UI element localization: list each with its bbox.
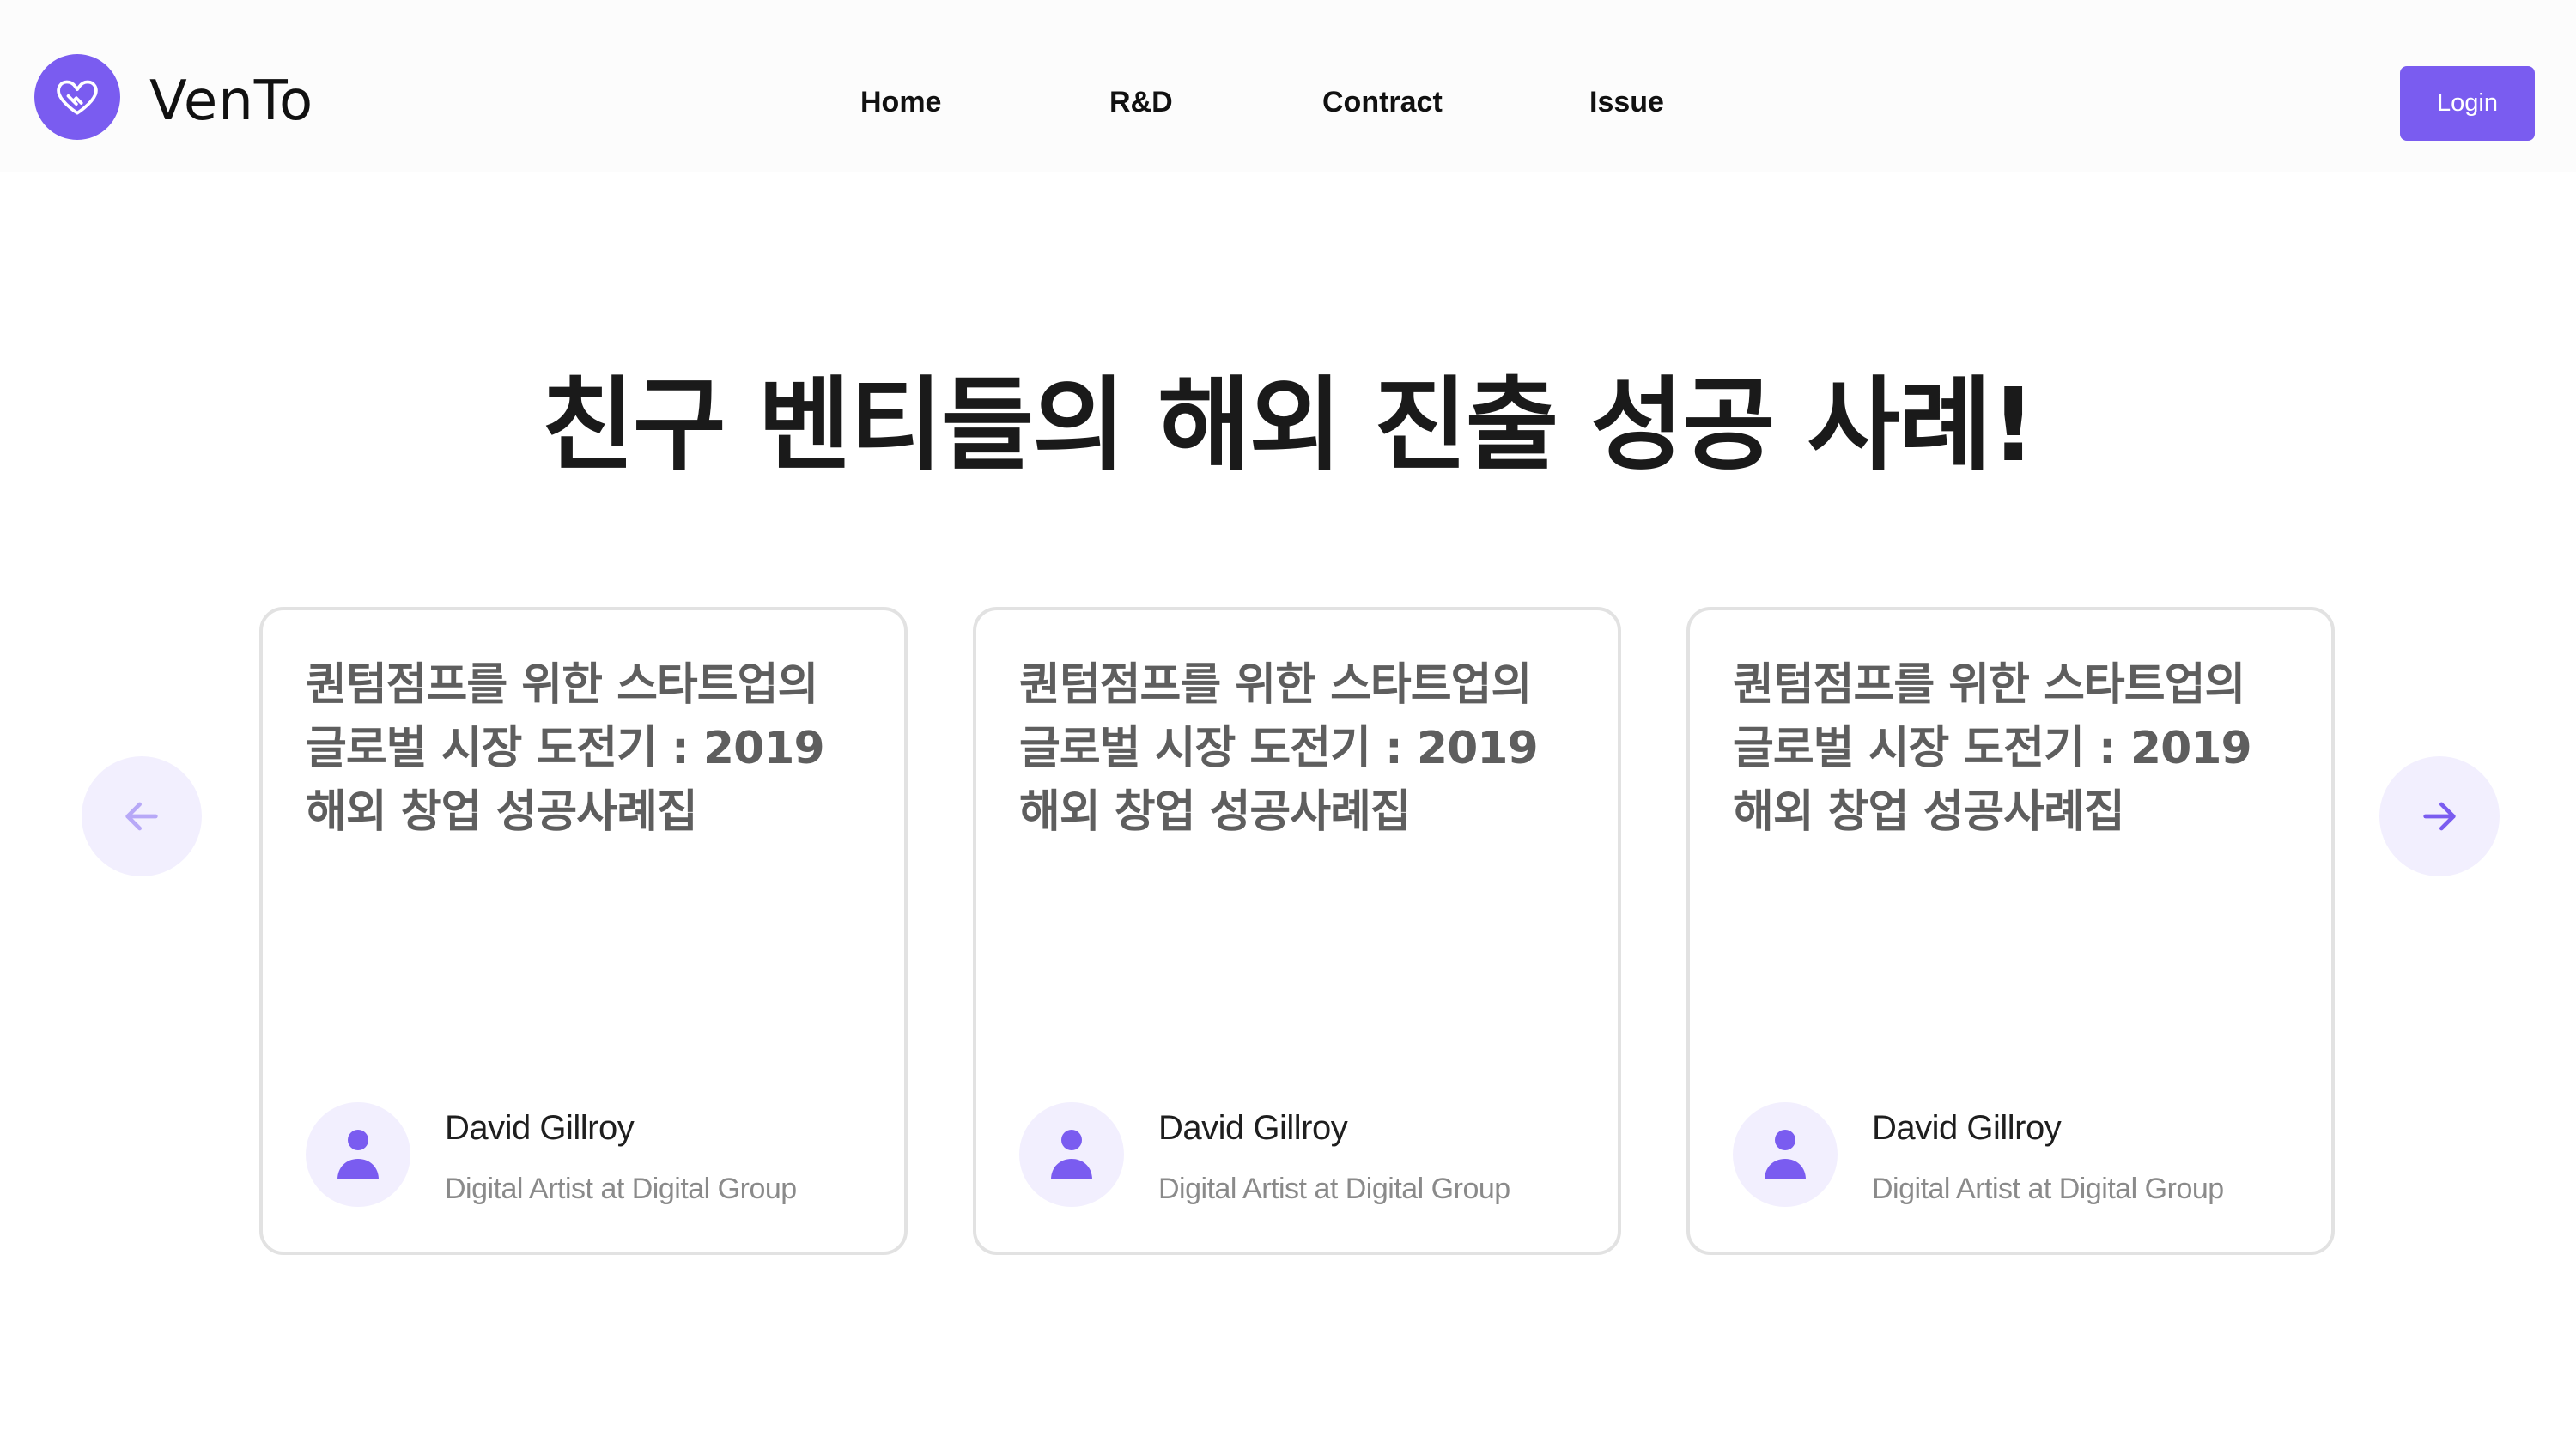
- author-role: Digital Artist at Digital Group: [445, 1173, 797, 1205]
- success-story-card[interactable]: 퀀텀점프를 위한 스타트업의 글로벌 시장 도전기 : 2019 해외 창업 성…: [259, 607, 908, 1255]
- card-title: 퀀텀점프를 위한 스타트업의 글로벌 시장 도전기 : 2019 해외 창업 성…: [1733, 659, 2252, 838]
- arrow-right-icon: [2423, 802, 2456, 831]
- page-title: 친구 벤티들의 해외 진출 성공 사례!: [541, 366, 2036, 484]
- arrow-left-icon: [125, 802, 158, 831]
- author-name: David Gillroy: [1872, 1109, 2062, 1147]
- author-avatar: [306, 1102, 410, 1207]
- heart-handshake-icon: [57, 80, 98, 115]
- carousel-next-button[interactable]: [2379, 756, 2500, 876]
- nav-issue[interactable]: Issue: [1589, 82, 1664, 122]
- nav-contract[interactable]: Contract: [1322, 82, 1443, 122]
- user-icon: [1765, 1130, 1806, 1179]
- user-icon: [337, 1130, 379, 1179]
- author-role: Digital Artist at Digital Group: [1158, 1173, 1510, 1205]
- author-role: Digital Artist at Digital Group: [1872, 1173, 2224, 1205]
- top-navigation-bar: VenTo Home R&D Contract Issue Login: [0, 0, 2576, 172]
- success-story-card[interactable]: 퀀텀점프를 위한 스타트업의 글로벌 시장 도전기 : 2019 해외 창업 성…: [973, 607, 1621, 1255]
- brand-name[interactable]: VenTo: [149, 67, 313, 136]
- carousel-prev-button[interactable]: [82, 756, 202, 876]
- author-name: David Gillroy: [445, 1109, 635, 1147]
- card-title: 퀀텀점프를 위한 스타트업의 글로벌 시장 도전기 : 2019 해외 창업 성…: [1019, 659, 1539, 838]
- logo-badge[interactable]: [34, 54, 120, 140]
- author-avatar: [1019, 1102, 1124, 1207]
- nav-home[interactable]: Home: [860, 82, 941, 122]
- success-story-card[interactable]: 퀀텀점프를 위한 스타트업의 글로벌 시장 도전기 : 2019 해외 창업 성…: [1686, 607, 2335, 1255]
- card-title: 퀀텀점프를 위한 스타트업의 글로벌 시장 도전기 : 2019 해외 창업 성…: [306, 659, 825, 838]
- login-button[interactable]: Login: [2400, 66, 2535, 141]
- nav-rnd[interactable]: R&D: [1109, 82, 1173, 122]
- author-avatar: [1733, 1102, 1838, 1207]
- author-name: David Gillroy: [1158, 1109, 1348, 1147]
- user-icon: [1051, 1130, 1092, 1179]
